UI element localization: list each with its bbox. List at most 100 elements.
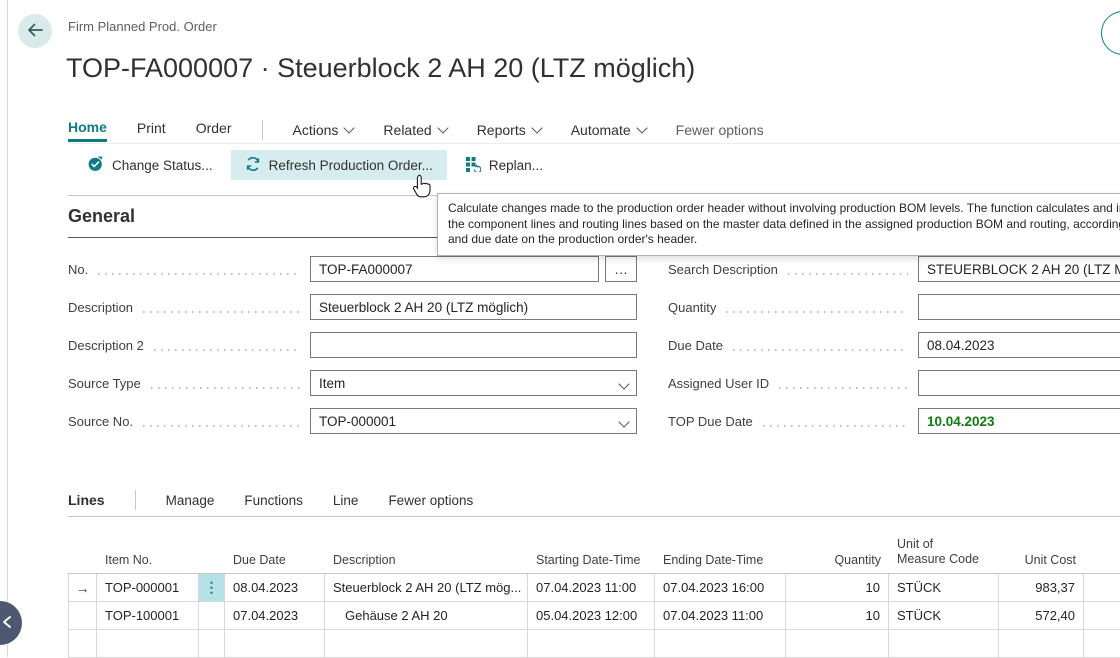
header-item-no[interactable]: Item No.: [97, 530, 199, 574]
menubar-underline: [68, 143, 1120, 144]
cell-overflow[interactable]: [1084, 602, 1120, 630]
source-no-input[interactable]: [310, 408, 637, 434]
header-ending-date-time[interactable]: Ending Date-Time: [655, 530, 786, 574]
cell-unit-cost[interactable]: [999, 630, 1084, 658]
cell-due-date[interactable]: 07.04.2023: [225, 602, 325, 630]
cell-overflow[interactable]: [1084, 630, 1120, 658]
cell-ending-date-time[interactable]: 07.04.2023 16:00: [655, 574, 786, 602]
cell-item-no[interactable]: TOP-000001: [97, 574, 199, 602]
quantity-input[interactable]: [918, 294, 1120, 320]
cell-unit-of-measure[interactable]: [889, 630, 999, 658]
row-selector: [68, 630, 97, 658]
fewer-options-button[interactable]: Fewer options: [676, 122, 764, 138]
tab-home[interactable]: Home: [68, 119, 107, 142]
cell-unit-of-measure[interactable]: STÜCK: [889, 602, 999, 630]
field-row-source-no: Source No.: [68, 407, 637, 435]
cell-starting-date-time[interactable]: [528, 630, 655, 658]
change-status-button[interactable]: Change Status...: [75, 150, 225, 180]
header-unit-of-measure: Unit of Measure Code: [889, 530, 999, 574]
assist-edit-button[interactable]: …: [605, 256, 637, 282]
dotted-leader: [788, 273, 908, 275]
cell-quantity[interactable]: 10: [786, 602, 889, 630]
cell-starting-date-time[interactable]: 05.04.2023 12:00: [528, 602, 655, 630]
row-options-button[interactable]: ⋮: [199, 574, 225, 602]
cell-description[interactable]: Gehäuse 2 AH 20: [325, 602, 528, 630]
cell-overflow[interactable]: [1084, 574, 1120, 602]
chevron-left-icon: [1, 615, 13, 632]
field-label: Description: [68, 300, 133, 315]
cell-description[interactable]: [325, 630, 528, 658]
search-description-input[interactable]: [918, 256, 1120, 282]
menu-automate[interactable]: Automate: [571, 122, 646, 138]
row-selector: [68, 602, 97, 630]
field-label: Assigned User ID: [668, 376, 769, 391]
field-row-description: Description: [68, 293, 637, 321]
chevron-down-icon: [636, 122, 647, 133]
menu-related[interactable]: Related: [383, 122, 446, 138]
header-quantity[interactable]: Quantity: [786, 530, 889, 574]
field-row-description2: Description 2: [68, 331, 637, 359]
field-label: Due Date: [668, 338, 723, 353]
cell-item-no[interactable]: TOP-100001: [97, 602, 199, 630]
lines-menu-manage[interactable]: Manage: [166, 493, 215, 508]
dotted-leader: [98, 273, 300, 275]
cell-due-date[interactable]: [225, 630, 325, 658]
cell-quantity[interactable]: [786, 630, 889, 658]
replan-button[interactable]: Replan...: [453, 150, 555, 180]
top-due-date-input[interactable]: [918, 408, 1120, 434]
cell-unit-cost[interactable]: 572,40: [999, 602, 1084, 630]
lines-menu-functions[interactable]: Functions: [244, 493, 303, 508]
lines-menu-line[interactable]: Line: [333, 493, 359, 508]
chevron-down-icon: [531, 122, 542, 133]
field-row-source-type: Source Type: [68, 369, 637, 397]
row-options-cell[interactable]: [199, 630, 225, 658]
tab-print[interactable]: Print: [137, 120, 166, 140]
description-input[interactable]: [310, 294, 637, 320]
field-label: TOP Due Date: [668, 414, 753, 429]
header-description[interactable]: Description: [325, 530, 528, 574]
header-due-date[interactable]: Due Date: [225, 530, 325, 574]
dotted-leader: [726, 311, 908, 313]
header-unit-cost[interactable]: Unit Cost: [999, 530, 1084, 574]
refresh-tooltip: Calculate changes made to the production…: [437, 193, 1120, 256]
source-type-select[interactable]: [310, 370, 637, 396]
field-row-top-due-date: TOP Due Date: [668, 407, 1120, 435]
change-status-icon: [87, 155, 104, 175]
cell-due-date[interactable]: 08.04.2023: [225, 574, 325, 602]
source-type-input[interactable]: [310, 370, 637, 396]
cell-description[interactable]: Steuerblock 2 AH 20 (LTZ mög...: [325, 574, 528, 602]
assigned-user-id-input[interactable]: [918, 370, 1120, 396]
collapse-pane-button[interactable]: [0, 601, 22, 645]
cell-ending-date-time[interactable]: 07.04.2023 11:00: [655, 602, 786, 630]
row-options-cell[interactable]: [199, 602, 225, 630]
current-row-arrow-icon: →: [76, 580, 90, 596]
dotted-leader: [779, 387, 908, 389]
lines-tab[interactable]: Lines: [68, 492, 105, 508]
assistant-icon[interactable]: ✎: [1101, 11, 1120, 55]
back-button[interactable]: [18, 14, 52, 48]
description2-input[interactable]: [310, 332, 637, 358]
cell-unit-cost[interactable]: 983,37: [999, 574, 1084, 602]
field-label: Source Type: [68, 376, 141, 391]
menu-reports[interactable]: Reports: [477, 122, 541, 138]
section-heading-general[interactable]: General: [68, 206, 135, 227]
cell-unit-of-measure[interactable]: STÜCK: [889, 574, 999, 602]
due-date-input[interactable]: [918, 332, 1120, 358]
menubar-divider: [262, 120, 263, 140]
chevron-down-icon: [344, 122, 355, 133]
cell-starting-date-time[interactable]: 07.04.2023 11:00: [528, 574, 655, 602]
vertical-dots-icon: ⋮: [205, 579, 219, 596]
field-row-assigned-user: Assigned User ID: [668, 369, 1120, 397]
dotted-leader: [143, 425, 300, 427]
lines-fewer-options-button[interactable]: Fewer options: [388, 493, 473, 508]
dotted-leader: [733, 349, 908, 351]
menu-actions[interactable]: Actions: [293, 122, 354, 138]
cell-ending-date-time[interactable]: [655, 630, 786, 658]
tab-order[interactable]: Order: [196, 120, 232, 140]
header-starting-date-time[interactable]: Starting Date-Time: [528, 530, 655, 574]
cell-item-no[interactable]: [97, 630, 199, 658]
no-input[interactable]: [310, 256, 599, 282]
source-no-select[interactable]: [310, 408, 637, 434]
cell-quantity[interactable]: 10: [786, 574, 889, 602]
dotted-leader: [151, 387, 300, 389]
